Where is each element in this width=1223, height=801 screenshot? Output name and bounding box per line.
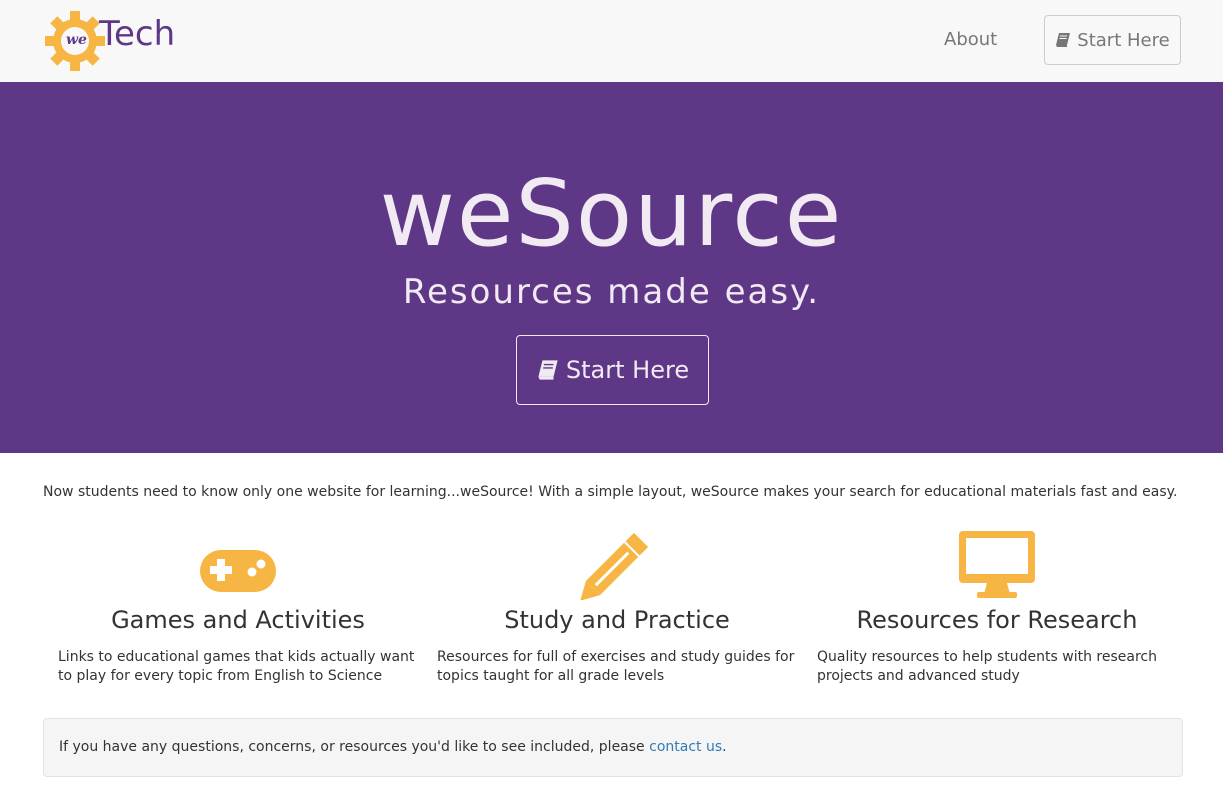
pencil-icon xyxy=(580,532,649,600)
book-icon xyxy=(1056,33,1071,47)
navbar: we Tech About Start Here xyxy=(0,0,1223,83)
feature-title: Games and Activities xyxy=(111,606,365,634)
feature-title: Study and Practice xyxy=(504,606,730,634)
desktop-icon xyxy=(959,531,1035,598)
feature-description: Links to educational games that kids act… xyxy=(58,649,415,684)
hero-subtitle: Resources made easy. xyxy=(402,272,821,312)
nav-start-here-label: Start Here xyxy=(1077,29,1170,51)
book-icon xyxy=(538,360,558,380)
contact-text-before: If you have any questions, concerns, or … xyxy=(59,739,650,755)
contact-well: If you have any questions, concerns, or … xyxy=(43,718,1183,777)
intro-text: Now students need to know only one websi… xyxy=(43,484,1178,500)
gamepad-icon xyxy=(200,550,276,592)
hero-title: weSource xyxy=(379,160,844,267)
feature-description: Resources for full of exercises and stud… xyxy=(437,649,795,684)
feature-title: Resources for Research xyxy=(856,606,1138,634)
wetech-logo[interactable]: we Tech xyxy=(44,10,194,72)
nav-start-here-button[interactable]: Start Here xyxy=(1044,15,1181,65)
logo-prefix: we xyxy=(66,32,87,48)
hero-start-here-button[interactable]: Start Here xyxy=(516,335,709,405)
contact-text: If you have any questions, concerns, or … xyxy=(59,739,727,755)
feature-research: Resources for Research Quality resources… xyxy=(817,528,1177,686)
hero-banner: weSource Resources made easy. Start Here xyxy=(0,82,1223,453)
contact-text-after: . xyxy=(722,739,727,755)
hero-start-here-label: Start Here xyxy=(565,356,690,384)
nav-about-link[interactable]: About xyxy=(944,29,997,50)
contact-us-link[interactable]: contact us xyxy=(649,739,722,755)
logo-text: Tech xyxy=(99,14,176,54)
feature-study: Study and Practice Resources for full of… xyxy=(437,528,797,686)
feature-games: Games and Activities Links to educationa… xyxy=(58,528,418,686)
feature-description: Quality resources to help students with … xyxy=(817,649,1157,684)
